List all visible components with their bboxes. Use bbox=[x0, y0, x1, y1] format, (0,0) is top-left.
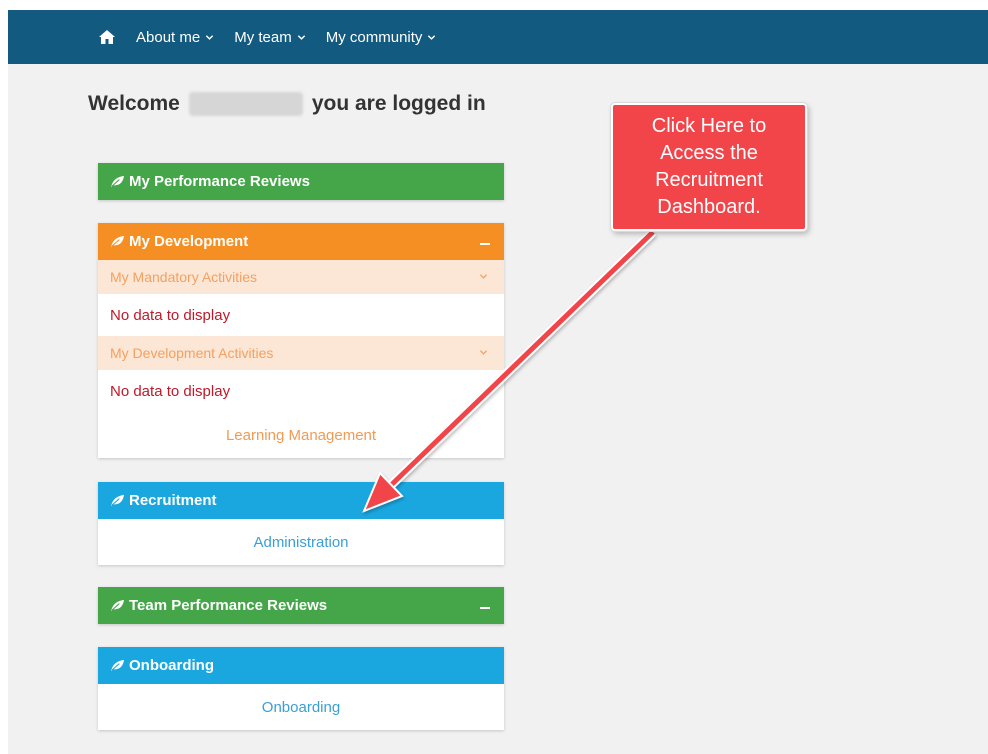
chevron-down-icon bbox=[479, 274, 488, 279]
development-activities-label: My Development Activities bbox=[110, 345, 274, 361]
widget-onboarding: Onboarding Onboarding bbox=[98, 647, 504, 730]
annotation-callout-text: Click Here to Access the Recruitment Das… bbox=[651, 115, 767, 218]
chevron-down-icon bbox=[428, 34, 436, 40]
widget-performance-reviews-header[interactable]: My Performance Reviews bbox=[98, 163, 504, 200]
widget-team-performance-reviews-header[interactable]: Team Performance Reviews bbox=[98, 587, 504, 624]
mandatory-activities-label: My Mandatory Activities bbox=[110, 269, 258, 285]
administration-link[interactable]: Administration bbox=[98, 519, 504, 565]
collapse-icon[interactable] bbox=[480, 233, 490, 249]
chevron-down-icon bbox=[297, 34, 305, 40]
nav-about-me[interactable]: About me bbox=[136, 29, 214, 46]
development-activities-empty: No data to display bbox=[110, 382, 231, 400]
widget-performance-reviews: My Performance Reviews bbox=[98, 163, 504, 200]
chevron-down-icon bbox=[206, 34, 214, 40]
widget-recruitment-title: Recruitment bbox=[129, 492, 217, 509]
mandatory-activities-toggle[interactable]: My Mandatory Activities bbox=[98, 260, 504, 294]
leaf-icon bbox=[111, 494, 124, 507]
widget-my-development-title: My Development bbox=[129, 233, 249, 250]
widget-performance-reviews-title: My Performance Reviews bbox=[129, 173, 310, 190]
welcome-prefix: Welcome bbox=[88, 92, 180, 115]
leaf-icon bbox=[111, 235, 124, 248]
collapse-icon[interactable] bbox=[480, 597, 490, 613]
widget-onboarding-header[interactable]: Onboarding bbox=[98, 647, 504, 684]
widget-my-development: My Development My Mandatory Activities N… bbox=[98, 223, 504, 458]
nav-my-community[interactable]: My community bbox=[326, 29, 437, 46]
page-frame: About me My team My community Welcome yo… bbox=[8, 10, 988, 754]
welcome-suffix: you are logged in bbox=[311, 92, 486, 115]
nav-about-me-label: About me bbox=[136, 28, 201, 46]
widget-my-development-header[interactable]: My Development bbox=[98, 223, 504, 260]
home-icon[interactable] bbox=[98, 28, 116, 46]
annotation-callout: Click Here to Access the Recruitment Das… bbox=[611, 103, 807, 231]
onboarding-link[interactable]: Onboarding bbox=[98, 684, 504, 730]
leaf-icon bbox=[111, 659, 124, 672]
chevron-down-icon bbox=[479, 350, 488, 355]
leaf-icon bbox=[111, 599, 124, 612]
widget-team-performance-reviews: Team Performance Reviews bbox=[98, 587, 504, 624]
widget-onboarding-title: Onboarding bbox=[129, 657, 214, 674]
welcome-heading: Welcome you are logged in bbox=[88, 92, 486, 116]
nav-my-community-label: My community bbox=[325, 28, 423, 46]
learning-management-link[interactable]: Learning Management bbox=[98, 412, 504, 458]
widget-team-performance-reviews-title: Team Performance Reviews bbox=[129, 597, 328, 614]
redacted-username bbox=[188, 92, 303, 116]
nav-my-team[interactable]: My team bbox=[234, 29, 306, 46]
nav-my-team-label: My team bbox=[234, 28, 292, 46]
widget-recruitment: Recruitment Administration bbox=[98, 482, 504, 565]
leaf-icon bbox=[111, 175, 124, 188]
top-navbar: About me My team My community bbox=[8, 10, 988, 64]
development-activities-toggle[interactable]: My Development Activities bbox=[98, 336, 504, 370]
widget-recruitment-header[interactable]: Recruitment bbox=[98, 482, 504, 519]
mandatory-activities-empty: No data to display bbox=[110, 306, 231, 324]
